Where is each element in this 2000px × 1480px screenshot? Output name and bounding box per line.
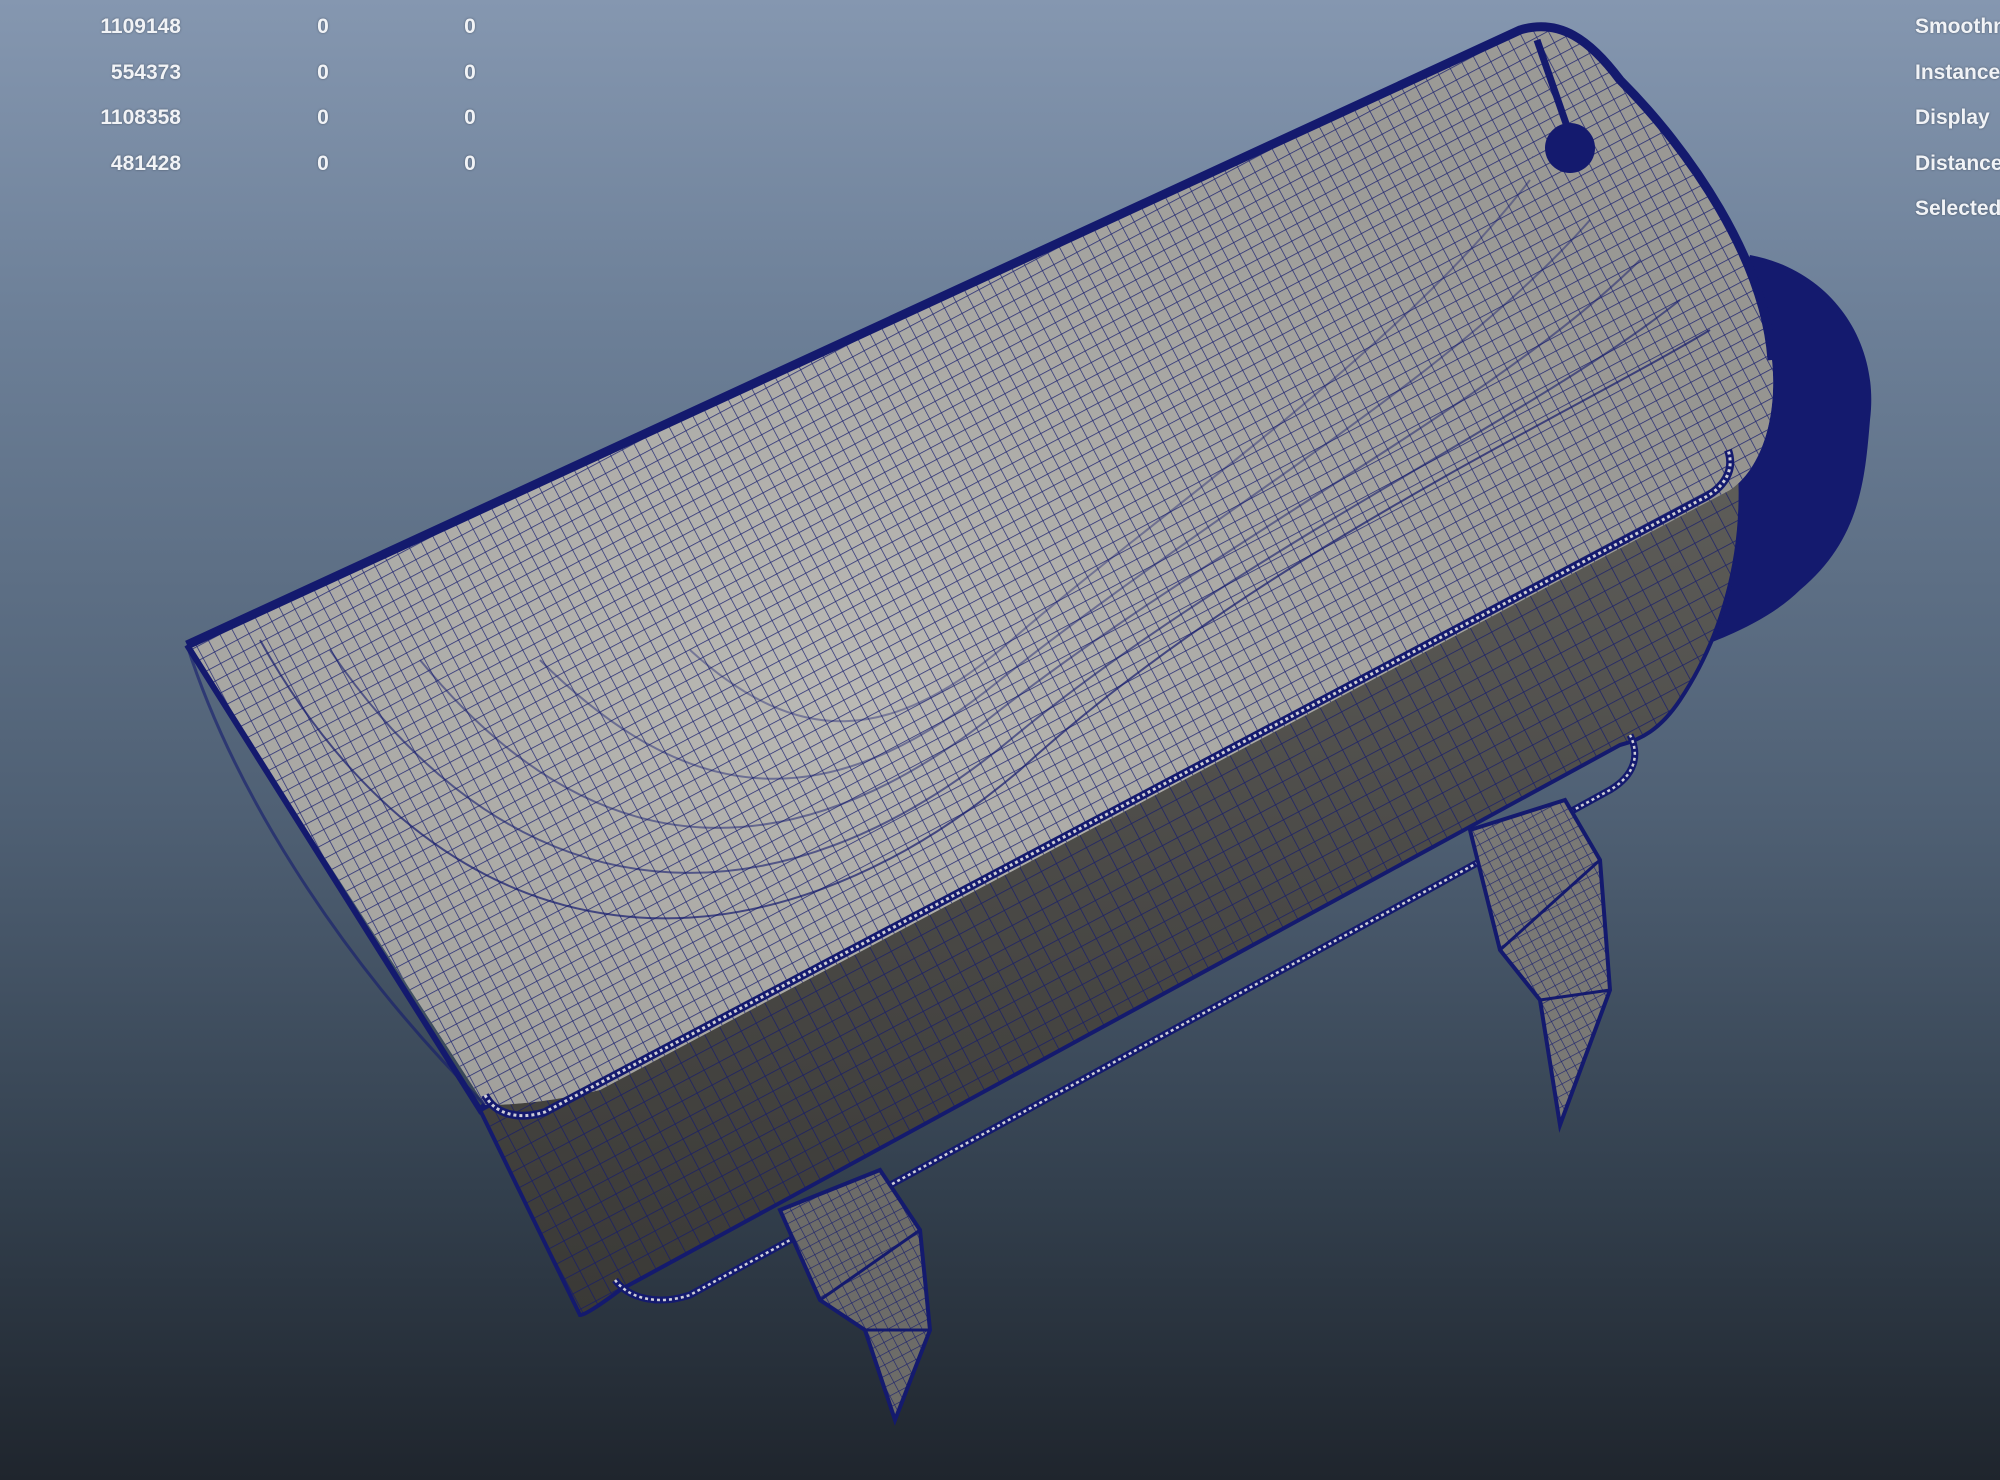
tub-leg-front <box>777 1167 933 1426</box>
hud-label-selected: Selected <box>1915 197 2000 220</box>
3d-viewport[interactable]: 1109148 0 0 554373 0 0 1108358 0 0 48142… <box>0 0 2000 1480</box>
hud-stat-row: 481428 0 0 <box>0 149 520 195</box>
hud-label-instances: Instances <box>1915 60 2000 84</box>
hud-stat-value: 1108358 <box>100 106 181 129</box>
hud-stat-row: 1109148 0 0 <box>0 12 520 58</box>
hud-stat-value: 0 <box>464 151 476 175</box>
hud-stat-value: 0 <box>464 106 476 129</box>
hud-stat-value: 0 <box>317 60 329 84</box>
hud-stat-value: 0 <box>464 15 476 38</box>
hud-poly-stats: 1109148 0 0 554373 0 0 1108358 0 0 48142… <box>0 12 520 194</box>
hud-info-labels: Smoothness Instances Display Distance Se… <box>1915 12 2000 240</box>
hud-label-distance: Distance <box>1915 151 2000 175</box>
hud-label-display: Display <box>1915 106 1990 129</box>
hud-stat-row: 554373 0 0 <box>0 58 520 104</box>
tub-leg-back <box>1467 797 1613 1133</box>
hud-label-smoothness: Smoothness <box>1915 15 2000 38</box>
bathtub-wireframe-model[interactable] <box>0 0 2000 1480</box>
hud-stat-value: 0 <box>464 60 476 84</box>
hud-stat-value: 1109148 <box>100 15 181 38</box>
hud-stat-value: 554373 <box>110 60 181 84</box>
hud-stat-value: 481428 <box>110 151 181 175</box>
hud-stat-value: 0 <box>317 106 329 129</box>
hud-stat-row: 1108358 0 0 <box>0 103 520 149</box>
hud-stat-value: 0 <box>317 151 329 175</box>
hud-stat-value: 0 <box>317 15 329 38</box>
